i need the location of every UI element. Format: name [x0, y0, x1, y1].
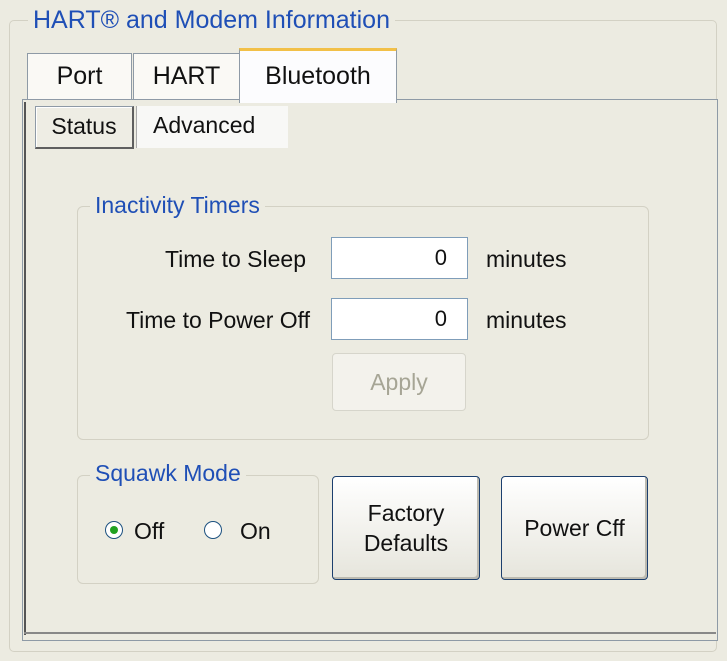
squawk-on-radio[interactable] [204, 521, 222, 539]
squawk-off-label[interactable]: Off [134, 516, 164, 546]
tab-port[interactable]: Port [27, 53, 132, 100]
time-to-power-off-label: Time to Power Off [125, 307, 310, 333]
power-off-button[interactable]: Power Cff [501, 476, 648, 580]
group-title: HART® and Modem Information [28, 3, 395, 37]
time-to-sleep-unit: minutes [486, 246, 567, 272]
radio-selected-dot [110, 526, 118, 534]
factory-defaults-line2: Defaults [363, 530, 449, 556]
subtab-advanced[interactable]: Advanced [136, 106, 288, 148]
subtab-status[interactable]: Status [35, 106, 134, 149]
tab-hart[interactable]: HART [133, 53, 240, 100]
inactivity-timers-title: Inactivity Timers [90, 191, 265, 219]
squawk-on-label[interactable]: On [240, 516, 271, 546]
factory-defaults-line1: Factory [367, 500, 445, 526]
time-to-sleep-label: Time to Sleep [164, 246, 306, 272]
tab-page-bottom-edge [24, 632, 716, 634]
time-to-sleep-field[interactable]: 0 [331, 237, 468, 279]
factory-defaults-button[interactable]: Factory Defaults [332, 476, 480, 580]
squawk-off-radio[interactable] [105, 521, 123, 539]
tab-page-left-edge [24, 102, 31, 635]
tab-bluetooth[interactable]: Bluetooth [239, 48, 397, 103]
time-to-power-off-field[interactable]: 0 [331, 298, 468, 340]
time-to-power-off-unit: minutes [486, 307, 567, 333]
squawk-mode-title: Squawk Mode [90, 459, 246, 487]
apply-button[interactable]: Apply [332, 353, 466, 411]
